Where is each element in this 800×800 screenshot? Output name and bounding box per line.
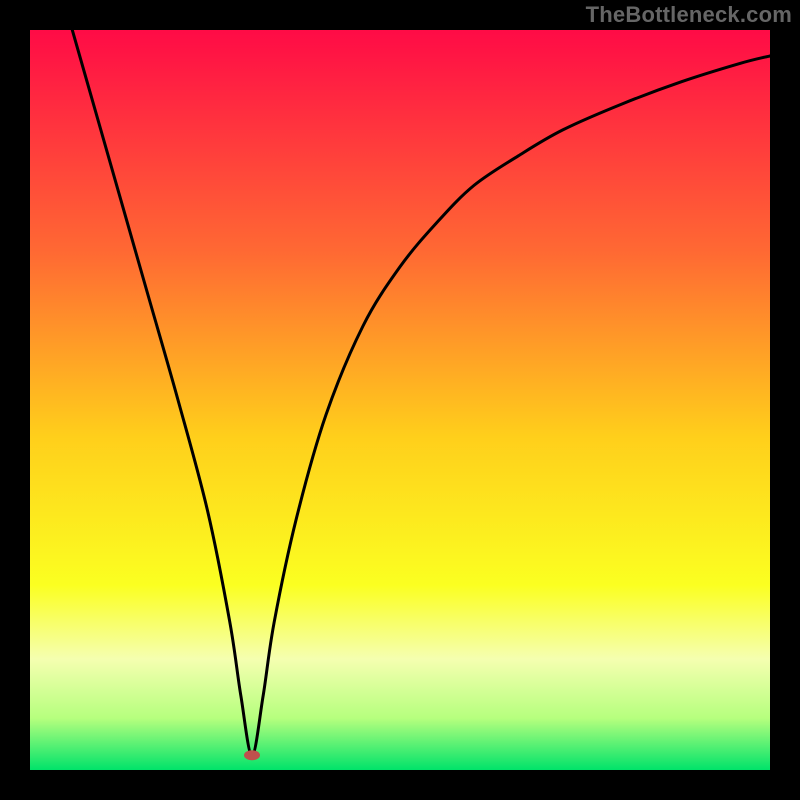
chart-svg bbox=[30, 30, 770, 770]
plot-area bbox=[30, 30, 770, 770]
chart-container: TheBottleneck.com bbox=[0, 0, 800, 800]
gradient-background bbox=[30, 30, 770, 770]
watermark-text: TheBottleneck.com bbox=[586, 2, 792, 28]
minimum-marker bbox=[244, 750, 260, 760]
